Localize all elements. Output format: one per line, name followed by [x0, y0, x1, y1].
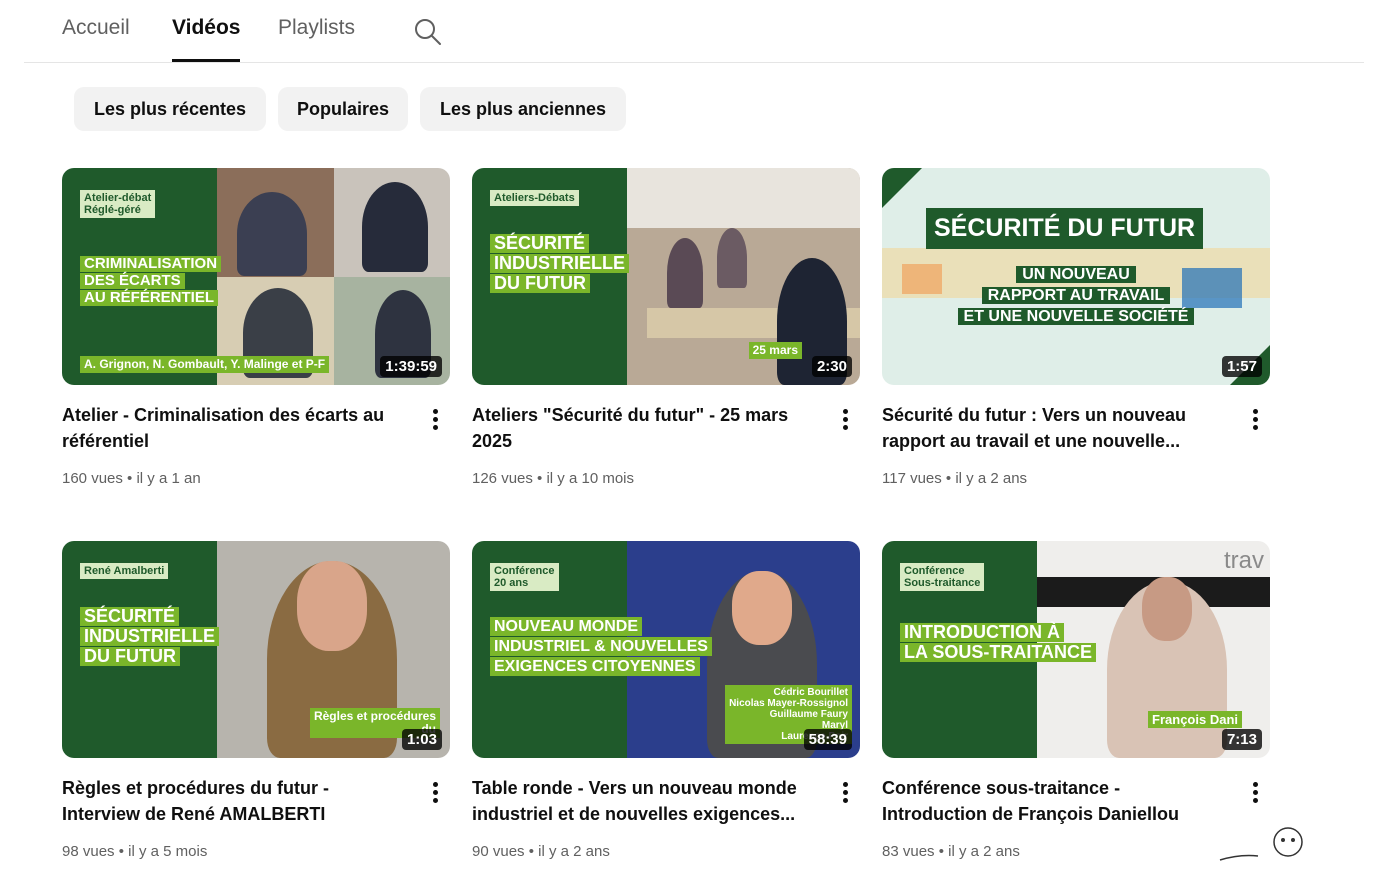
thumbnail-headline: NOUVEAU MONDE INDUSTRIEL & NOUVELLES EXI… — [490, 617, 712, 677]
video-title[interactable]: Règles et procédures du futur - Intervie… — [62, 775, 407, 827]
thumbnail-tag: René Amalberti — [80, 563, 169, 579]
duration-badge: 2:30 — [811, 356, 852, 377]
video-title[interactable]: Ateliers "Sécurité du futur" - 25 mars 2… — [472, 402, 817, 454]
video-title[interactable]: Atelier - Criminalisation des écarts au … — [62, 402, 407, 454]
chip-most-recent[interactable]: Les plus récentes — [74, 87, 266, 131]
thumbnail-headline: CRIMINALISATION DES ÉCARTS AU RÉFÉRENTIE… — [80, 256, 222, 307]
channel-tabs: Accueil Vidéos Playlists — [0, 0, 1373, 64]
thumbnail-tag: Atelier-débat Réglé-géré — [80, 190, 156, 218]
duration-badge: 7:13 — [1221, 729, 1262, 750]
duration-badge: 1:39:59 — [380, 356, 442, 377]
duration-badge: 1:57 — [1221, 356, 1262, 377]
search-icon[interactable] — [412, 16, 444, 48]
tab-playlists[interactable]: Playlists — [278, 16, 355, 62]
video-call-grid — [217, 168, 450, 385]
thumbnail-tag: Ateliers-Débats — [490, 190, 579, 206]
thumbnail-caption: François Dani — [1148, 711, 1242, 728]
video-meta: 160 vues • il y a 1 an — [62, 470, 201, 487]
chip-oldest[interactable]: Les plus anciennes — [420, 87, 626, 131]
thumbnail-tag: Conférence 20 ans — [490, 563, 559, 591]
thumbnail-subtitle: UN NOUVEAU RAPPORT AU TRAVAIL ET UNE NOU… — [882, 264, 1270, 327]
doodle-icon — [1210, 826, 1310, 866]
more-options-icon[interactable] — [428, 779, 442, 809]
video-meta: 90 vues • il y a 2 ans — [472, 843, 610, 860]
thumbnail-headline: SÉCURITÉ INDUSTRIELLE DU FUTUR — [490, 234, 630, 294]
video-meta: 117 vues • il y a 2 ans — [882, 470, 1028, 487]
more-options-icon[interactable] — [838, 406, 852, 436]
thumbnail-tag: Conférence Sous-traitance — [900, 563, 985, 591]
thumbnail-caption: 25 mars — [748, 342, 802, 359]
tabs-divider — [24, 62, 1364, 63]
video-meta: 83 vues • il y a 2 ans — [882, 843, 1020, 860]
video-title[interactable]: Table ronde - Vers un nouveau monde indu… — [472, 775, 817, 827]
thumbnail-caption: A. Grignon, N. Gombault, Y. Malinge et P… — [80, 356, 330, 373]
chip-popular[interactable]: Populaires — [278, 87, 408, 131]
video-meta: 98 vues • il y a 5 mois — [62, 843, 208, 860]
thumbnail-banner: SÉCURITÉ DU FUTUR — [926, 208, 1204, 249]
video-thumbnail[interactable]: SÉCURITÉ DU FUTUR UN NOUVEAU RAPPORT AU … — [882, 168, 1270, 385]
video-title[interactable]: Sécurité du futur : Vers un nouveau rapp… — [882, 402, 1227, 454]
wall-text: trav — [1223, 547, 1264, 574]
more-options-icon[interactable] — [1248, 779, 1262, 809]
more-options-icon[interactable] — [1248, 406, 1262, 436]
video-thumbnail[interactable]: Atelier-débat Réglé-géré CRIMINALISATION… — [62, 168, 450, 385]
duration-badge: 1:03 — [401, 729, 442, 750]
video-thumbnail[interactable]: Conférence 20 ans NOUVEAU MONDE INDUSTRI… — [472, 541, 860, 758]
tab-accueil[interactable]: Accueil — [62, 16, 130, 62]
video-thumbnail[interactable]: trav Conférence Sous-traitance INTRODUCT… — [882, 541, 1270, 758]
meeting-photo — [627, 168, 860, 385]
video-meta: 126 vues • il y a 10 mois — [472, 470, 634, 487]
thumbnail-headline: INTRODUCTION À LA SOUS-TRAITANCE — [900, 623, 1096, 663]
tab-videos[interactable]: Vidéos — [172, 16, 241, 62]
video-thumbnail[interactable]: René Amalberti SÉCURITÉ INDUSTRIELLE DU … — [62, 541, 450, 758]
thumbnail-headline: SÉCURITÉ INDUSTRIELLE DU FUTUR — [80, 607, 220, 667]
video-thumbnail[interactable]: Ateliers-Débats SÉCURITÉ INDUSTRIELLE DU… — [472, 168, 860, 385]
more-options-icon[interactable] — [838, 779, 852, 809]
more-options-icon[interactable] — [428, 406, 442, 436]
duration-badge: 58:39 — [803, 729, 852, 750]
video-title[interactable]: Conférence sous-traitance - Introduction… — [882, 775, 1227, 827]
